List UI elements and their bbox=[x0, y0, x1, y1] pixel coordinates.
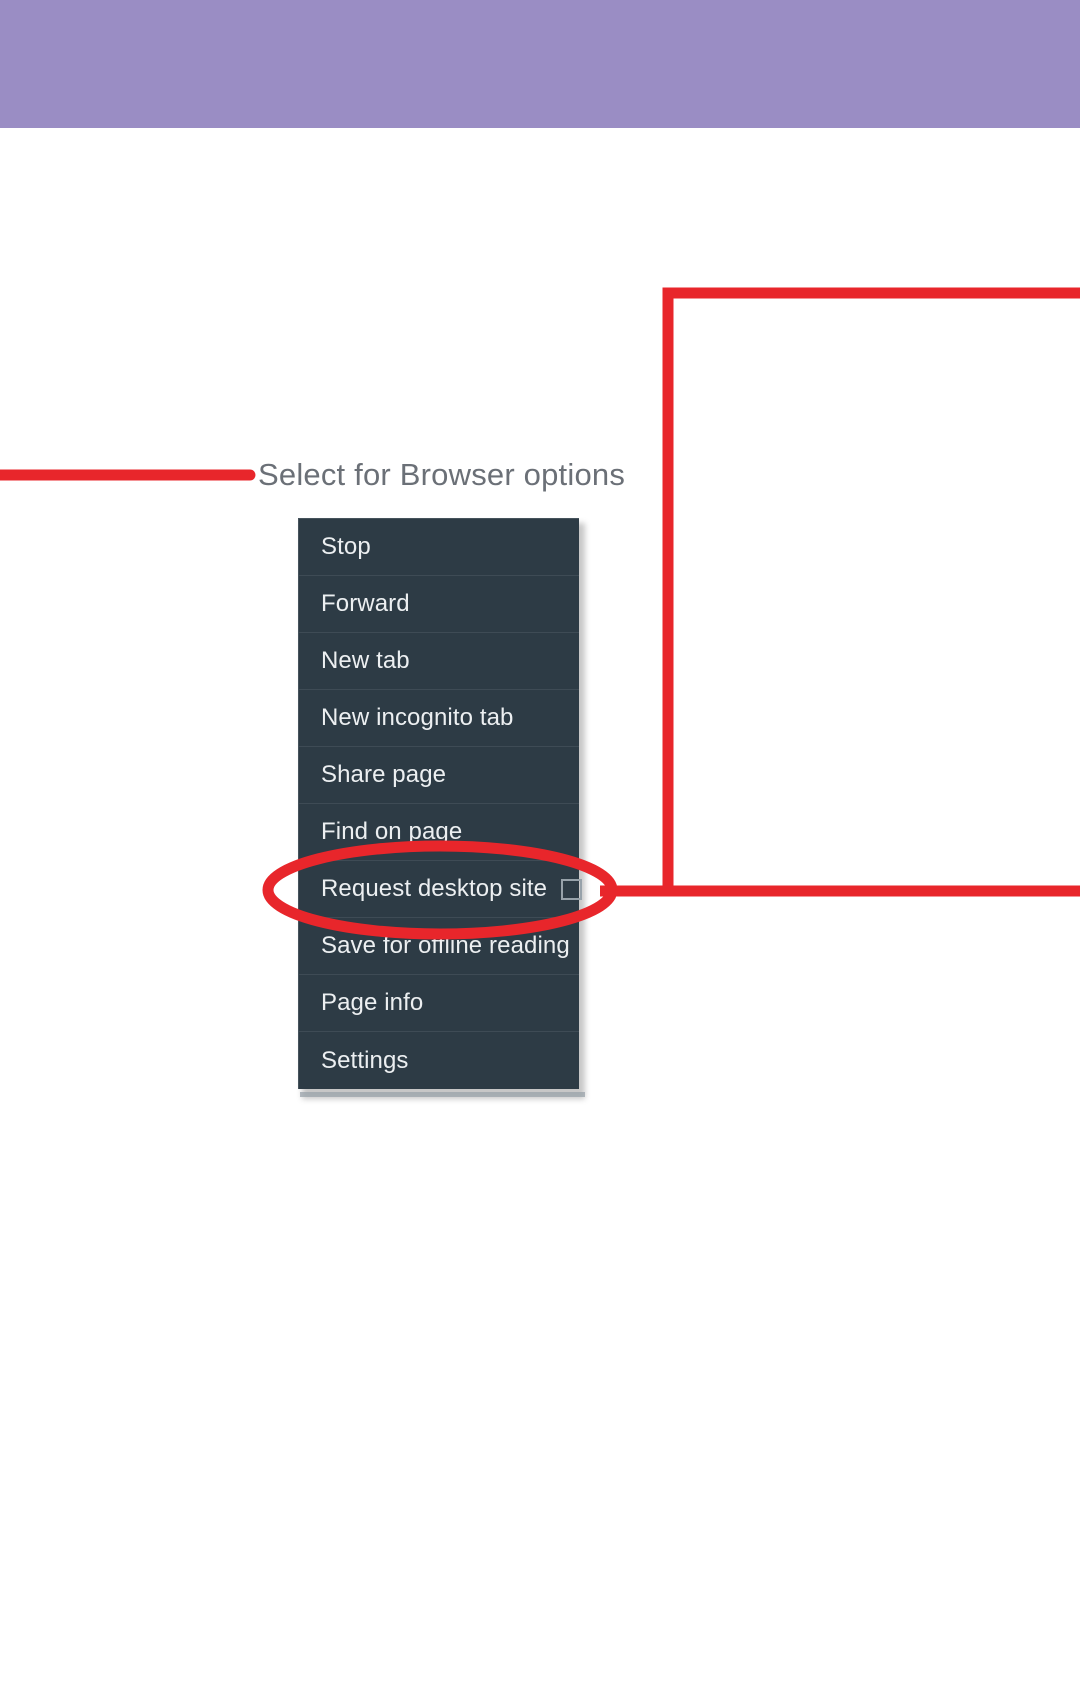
menu-item-request-desktop-site[interactable]: Request desktop site bbox=[299, 861, 583, 918]
menu-item-forward[interactable]: Forward bbox=[299, 576, 579, 633]
browser-header-band bbox=[0, 0, 1080, 128]
menu-item-label: Forward bbox=[321, 590, 410, 617]
menu-item-new-incognito-tab[interactable]: New incognito tab bbox=[299, 690, 579, 747]
menu-item-label: Share page bbox=[321, 761, 447, 788]
menu-item-settings[interactable]: Settings bbox=[299, 1032, 579, 1089]
menu-item-page-info[interactable]: Page info bbox=[299, 975, 579, 1032]
menu-item-label: Save for offline reading bbox=[321, 932, 570, 959]
pointer-bracket-line-icon bbox=[662, 287, 1080, 897]
menu-bottom-edge bbox=[300, 1092, 585, 1097]
menu-item-label: Settings bbox=[321, 1046, 409, 1074]
menu-item-stop[interactable]: Stop bbox=[299, 519, 579, 576]
menu-item-label: Find on page bbox=[321, 818, 463, 845]
menu-item-label: Page info bbox=[321, 989, 424, 1016]
menu-item-save-for-offline-reading[interactable]: Save for offline reading bbox=[299, 918, 579, 975]
menu-item-label: Request desktop site bbox=[321, 875, 548, 902]
menu-item-share-page[interactable]: Share page bbox=[299, 747, 579, 804]
menu-item-label: New incognito tab bbox=[321, 704, 514, 731]
menu-item-label: New tab bbox=[321, 647, 410, 674]
request-desktop-site-checkbox[interactable] bbox=[561, 878, 583, 900]
menu-item-find-on-page[interactable]: Find on page bbox=[299, 804, 579, 861]
menu-item-label: Stop bbox=[321, 533, 371, 560]
browser-options-menu[interactable]: Stop Forward New tab New incognito tab Share… bbox=[298, 518, 583, 1089]
annotation-caption: Select for Browser options bbox=[258, 457, 626, 492]
screenshot-canvas: Select for Browser options Stop Forward Ne… bbox=[0, 0, 1080, 1694]
menu-item-new-tab[interactable]: New tab bbox=[299, 633, 579, 690]
